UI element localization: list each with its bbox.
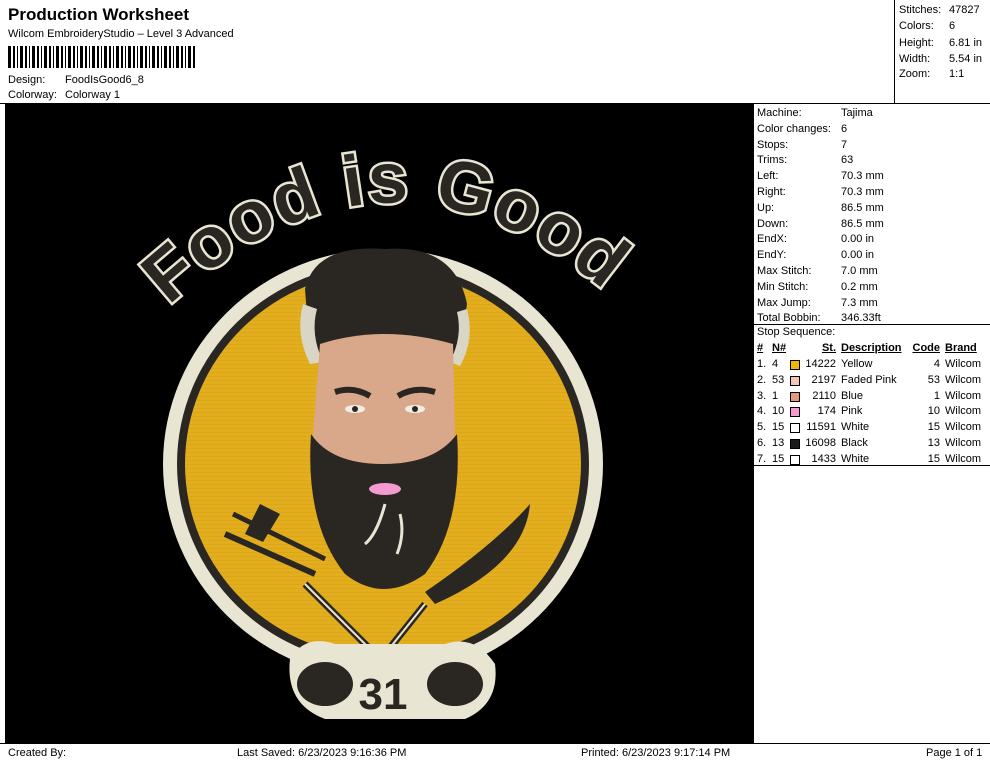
created-by: Created By:: [8, 747, 67, 759]
design-label: Design:: [8, 74, 46, 86]
info-value: 7.3 mm: [841, 296, 878, 309]
info-label: Up:: [757, 201, 775, 214]
stat-row: Width: 5.54 in: [899, 53, 983, 65]
table-row: 6. 13 16098 Black 13 Wilcom: [757, 437, 982, 449]
table-row: 4. 10 174 Pink 10 Wilcom: [757, 405, 982, 418]
table-row: 1. 4 14222 Yellow 4 Wilcom: [757, 358, 982, 370]
info-value: 86.5 mm: [841, 217, 884, 230]
info-value: 6: [841, 122, 848, 135]
last-saved: Last Saved: 6/23/2023 9:16:36 PM: [237, 747, 407, 759]
machine-info-row: EndX: 0.00 in: [757, 233, 874, 248]
design-row: Design: FoodIsGood6_8: [8, 74, 144, 86]
machine-info-row: Stops: 7: [757, 139, 847, 154]
page-number: Page 1 of 1: [926, 747, 983, 759]
info-label: Min Stitch:: [757, 280, 809, 293]
info-label: Max Stitch:: [757, 265, 812, 277]
stop-sequence-title: Stop Sequence:: [757, 326, 836, 338]
info-label: Trims:: [757, 154, 788, 167]
color-swatch: [790, 423, 800, 434]
color-swatch: [790, 391, 800, 402]
machine-info-row: Down: 86.5 mm: [757, 218, 884, 233]
info-label: Stops:: [757, 138, 789, 151]
machine-info-row: Right: 70.3 mm: [757, 186, 884, 201]
color-swatch: [790, 407, 800, 418]
worksheet-footer: Created By: Last Saved: 6/23/2023 9:16:3…: [0, 743, 990, 762]
table-row: 3. 1 2110 Blue 1 Wilcom: [757, 389, 982, 402]
color-swatch: [790, 375, 800, 386]
machine-info-row: Trims: 63: [757, 154, 853, 169]
face-illustration: [300, 248, 470, 589]
printed-date: Printed: 6/23/2023 9:17:14 PM: [581, 747, 731, 759]
divider: [754, 465, 990, 466]
machine-info-row: Color changes: 6: [757, 123, 847, 138]
info-value: 7: [841, 138, 848, 151]
badge: 31: [289, 641, 496, 719]
info-label: Color changes:: [757, 122, 831, 135]
info-label: Down:: [757, 217, 789, 230]
divider: [754, 324, 990, 325]
page-title: Production Worksheet: [8, 5, 190, 24]
table-row: 5. 15 11591 White 15 Wilcom: [757, 421, 982, 434]
machine-info-row: Machine: Tajima: [757, 107, 873, 122]
info-value: 63: [841, 154, 854, 167]
info-label: Machine:: [757, 107, 802, 119]
stats-box: Stitches: 47827 Colors: 6 Height: 6.81 in W…: [894, 0, 990, 104]
stat-row: Height: 6.81 in: [899, 37, 983, 49]
info-value: 86.5 mm: [841, 201, 884, 214]
info-label: EndY:: [757, 249, 787, 262]
machine-info-row: Left: 70.3 mm: [757, 170, 884, 185]
machine-info-row: Max Jump: 7.3 mm: [757, 297, 878, 312]
stat-row: Stitches: 47827: [899, 4, 980, 16]
color-swatch: [790, 454, 800, 465]
machine-info-row: Max Stitch: 7.0 mm: [757, 265, 878, 280]
info-value: 7.0 mm: [841, 265, 878, 277]
worksheet-header: Production Worksheet Wilcom EmbroiderySt…: [0, 0, 990, 104]
machine-info-row: EndY: 0.00 in: [757, 249, 874, 264]
color-swatch: [790, 439, 800, 449]
software-name: Wilcom EmbroideryStudio – Level 3 Advanc…: [8, 28, 234, 40]
info-value: 0.00 in: [841, 249, 875, 262]
design-preview[interactable]: Food is Good 31: [5, 104, 753, 743]
info-label: EndX:: [757, 233, 787, 246]
info-value: 0.00 in: [841, 233, 875, 246]
design-value: FoodIsGood6_8: [65, 74, 144, 86]
machine-info-row: Up: 86.5 mm: [757, 202, 884, 217]
info-value: 0.2 mm: [841, 280, 878, 293]
color-swatch: [790, 360, 800, 370]
info-label: Right:: [757, 186, 786, 198]
stat-row: Colors: 6: [899, 20, 956, 32]
machine-info-panel: Machine: Tajima Color changes: 6 Stops: 7 Trim…: [753, 104, 990, 743]
barcode-icon: [8, 46, 195, 68]
embroidery-design: Food is Good 31: [125, 136, 645, 719]
badge-number: 31: [359, 670, 408, 719]
colorway-row: Colorway: Colorway 1: [8, 89, 120, 101]
info-label: Total Bobbin:: [757, 312, 821, 325]
info-value: Tajima: [841, 107, 873, 119]
info-value: 70.3 mm: [841, 170, 884, 183]
machine-info-row: Min Stitch: 0.2 mm: [757, 281, 878, 296]
table-header: # N# St. Description Code Brand: [757, 342, 977, 354]
colorway-value: Colorway 1: [65, 89, 121, 101]
stat-row: Zoom: 1:1: [899, 68, 965, 80]
info-value: 70.3 mm: [841, 186, 884, 198]
info-value: 346.33ft: [841, 312, 881, 325]
info-label: Left:: [757, 170, 779, 183]
colorway-label: Colorway:: [8, 89, 57, 101]
table-row: 2. 53 2197 Faded Pink 53 Wilcom: [757, 373, 982, 386]
info-label: Max Jump:: [757, 296, 811, 309]
